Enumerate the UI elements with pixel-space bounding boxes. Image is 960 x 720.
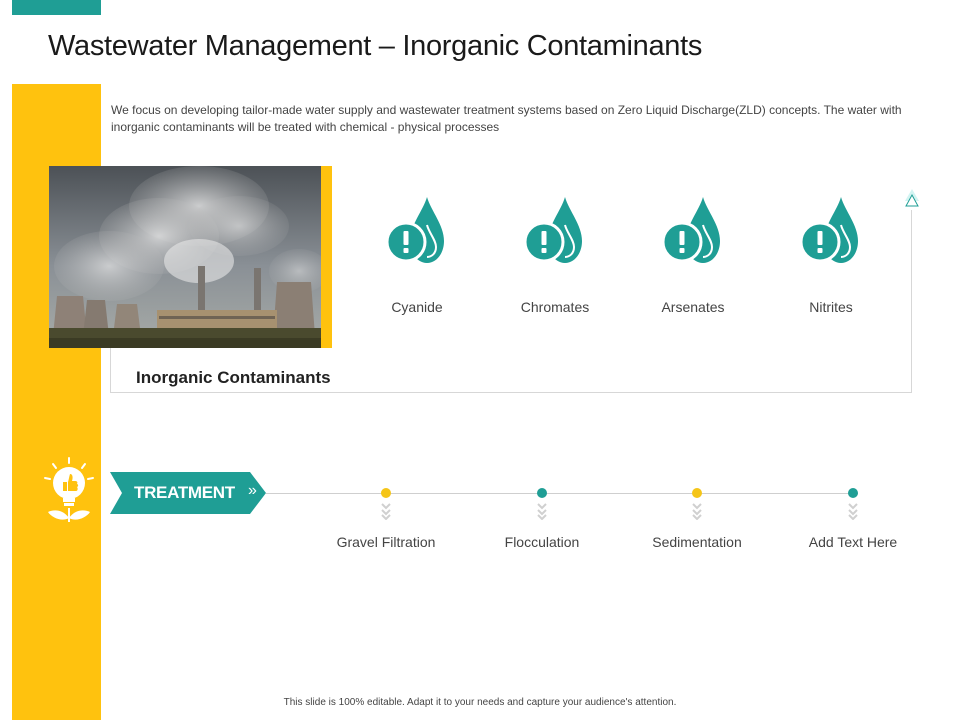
photo-accent-bar — [320, 166, 332, 348]
slide-title: Wastewater Management – Inorganic Contam… — [48, 30, 703, 62]
contaminants-heading: Inorganic Contaminants — [136, 368, 331, 387]
treatment-step: Sedimentation — [637, 488, 757, 550]
step-label: Sedimentation — [652, 534, 742, 550]
treatment-step: Add Text Here — [793, 488, 913, 550]
contaminant-item: Cyanide — [357, 195, 477, 315]
arrow-up-icon — [903, 186, 921, 215]
water-drop-warning-icon — [662, 197, 720, 263]
lightbulb-thumbs-up-icon — [42, 456, 96, 529]
step-dot — [848, 488, 858, 498]
top-accent-tab — [12, 0, 101, 15]
step-label: Add Text Here — [808, 534, 898, 550]
treatment-step: Gravel Filtration — [326, 488, 446, 550]
chevron-down-icon — [692, 503, 702, 520]
contaminant-item: Nitrites — [771, 195, 891, 315]
water-drop-warning-icon — [524, 197, 582, 263]
contaminant-label: Chromates — [520, 299, 590, 315]
step-dot — [537, 488, 547, 498]
contaminant-item: Chromates — [495, 195, 615, 315]
power-plant-photo — [49, 166, 321, 348]
step-dot — [692, 488, 702, 498]
double-chevron-right-icon: » — [248, 482, 257, 499]
chevron-down-icon — [848, 503, 858, 520]
contaminant-label: Nitrites — [809, 299, 853, 315]
step-label: Gravel Filtration — [336, 534, 436, 550]
contaminant-label: Cyanide — [391, 299, 443, 315]
step-dot — [381, 488, 391, 498]
water-drop-warning-icon — [800, 197, 858, 263]
intro-text: We focus on developing tailor-made water… — [111, 103, 902, 134]
chevron-down-icon — [381, 503, 391, 520]
chevron-down-icon — [537, 503, 547, 520]
treatment-step: Flocculation — [482, 488, 602, 550]
footer-note: This slide is 100% editable. Adapt it to… — [283, 697, 677, 708]
step-label: Flocculation — [504, 534, 580, 550]
contaminant-item: Arsenates — [633, 195, 753, 315]
contaminant-label: Arsenates — [661, 299, 725, 315]
treatment-label: TREATMENT — [134, 483, 235, 502]
water-drop-warning-icon — [386, 197, 444, 263]
